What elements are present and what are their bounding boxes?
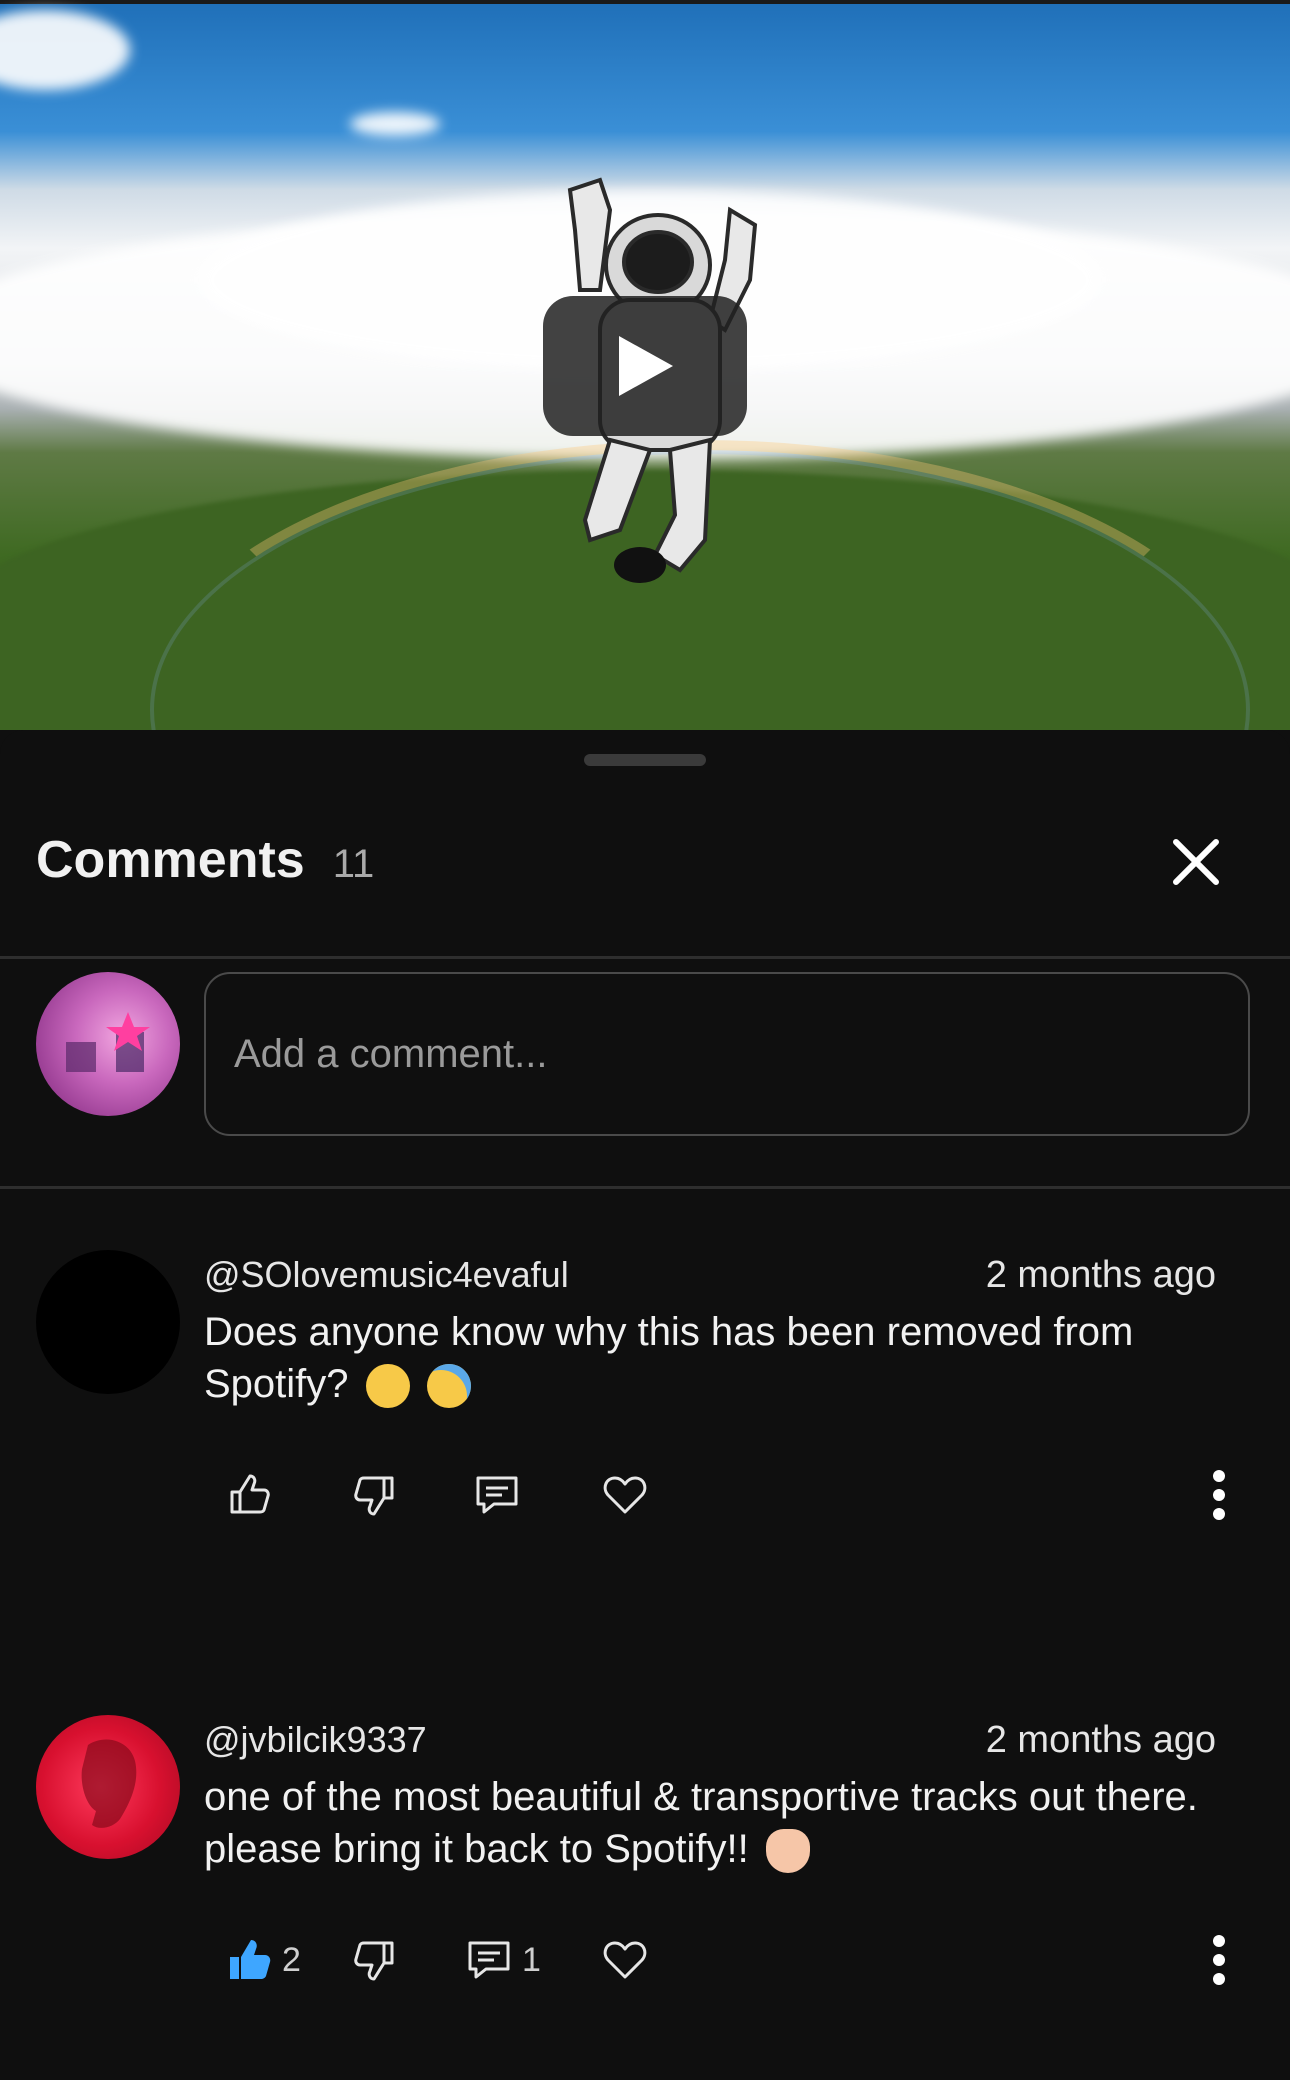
comment-body: Does anyone know why this has been remov… (204, 1310, 1134, 1406)
commenter-avatar[interactable] (36, 1715, 180, 1859)
crying-face-emoji (426, 1364, 471, 1409)
comments-header: Comments 11 (36, 830, 1254, 896)
comment-timestamp: 2 months ago (985, 1719, 1216, 1761)
thumbs-up-icon (230, 1474, 270, 1514)
comment-author[interactable]: @SOlovemusic4evaful (204, 1254, 569, 1296)
comment-author[interactable]: @jvbilcik9337 (204, 1719, 427, 1761)
comments-sheet: Comments 11 @SOlovemusic4evaful 2 months… (0, 730, 1290, 2080)
reply-count: 1 (522, 1940, 541, 1979)
comment-timestamp: 2 months ago (985, 1254, 1216, 1296)
reply-button[interactable] (474, 1460, 520, 1530)
cloud-shape (350, 112, 440, 136)
close-icon (1173, 839, 1219, 885)
reply-icon (476, 1476, 518, 1514)
heart-button[interactable] (602, 1925, 648, 1995)
more-vertical-icon (1213, 1470, 1225, 1520)
heart-icon (603, 1941, 647, 1979)
dislike-button[interactable] (352, 1460, 398, 1530)
comment-actions: 2 1 (204, 1925, 1244, 1995)
heart-button[interactable] (602, 1460, 648, 1530)
play-icon (619, 336, 673, 396)
cloud-shape (0, 10, 130, 90)
thumbs-up-filled-icon (230, 1940, 271, 1979)
comment-text: one of the most beautiful & transportive… (204, 1771, 1214, 1875)
more-options-button[interactable] (1194, 1460, 1244, 1530)
add-comment-input[interactable] (204, 972, 1250, 1136)
comments-count: 11 (332, 842, 375, 886)
like-count: 2 (282, 1940, 301, 1979)
thumbs-down-icon (354, 1941, 394, 1981)
heart-hands-emoji (765, 1829, 810, 1874)
video-player[interactable] (0, 0, 1290, 730)
comments-title: Comments (36, 831, 305, 889)
dislike-button[interactable] (352, 1925, 398, 1995)
header-divider (0, 956, 1290, 959)
comment-body: one of the most beautiful & transportive… (204, 1775, 1198, 1871)
comment-text: Does anyone know why this has been remov… (204, 1306, 1214, 1410)
input-divider (0, 1186, 1290, 1189)
like-button[interactable]: 2 (226, 1925, 301, 1995)
more-vertical-icon (1213, 1935, 1225, 1985)
avatar-image (81, 1739, 137, 1828)
comment-actions (204, 1460, 1244, 1530)
drag-handle[interactable] (584, 754, 706, 766)
reply-icon (468, 1941, 510, 1979)
like-button[interactable] (226, 1460, 272, 1530)
play-button[interactable] (543, 296, 747, 436)
heart-icon (603, 1476, 647, 1514)
pleading-face-emoji (365, 1364, 410, 1409)
commenter-avatar[interactable] (36, 1250, 180, 1394)
reply-button[interactable]: 1 (466, 1925, 541, 1995)
user-avatar (36, 972, 180, 1116)
avatar-image (66, 1012, 150, 1072)
more-options-button[interactable] (1194, 1925, 1244, 1995)
thumbs-down-icon (354, 1476, 394, 1516)
close-button[interactable] (1168, 834, 1224, 890)
video-top-bar (0, 0, 1290, 4)
